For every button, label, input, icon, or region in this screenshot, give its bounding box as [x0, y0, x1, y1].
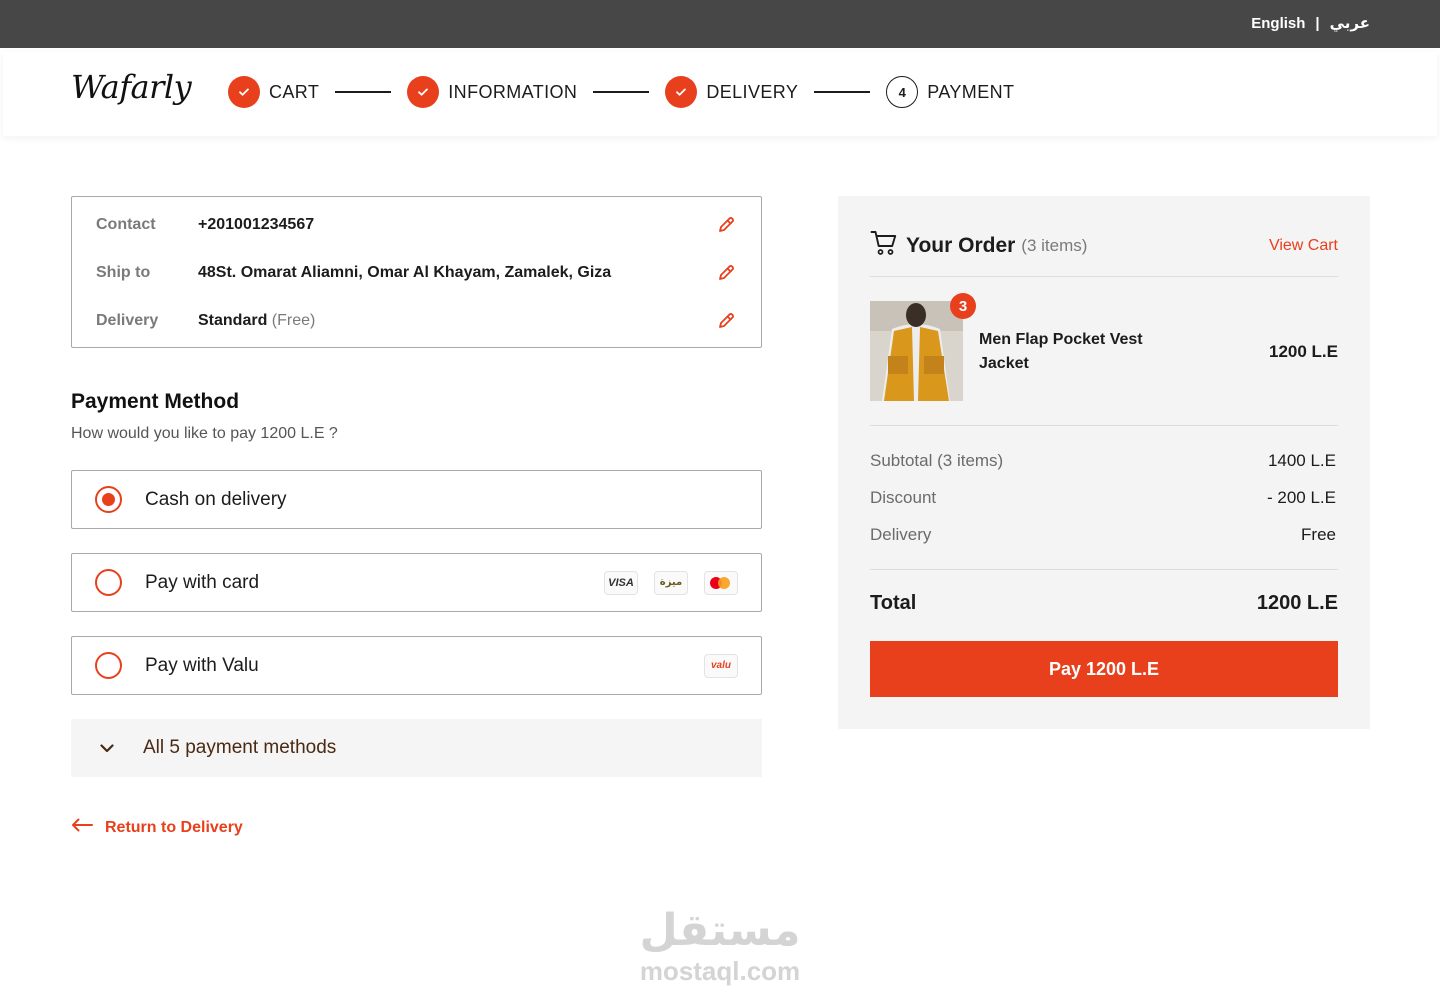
delivery-note: (Free) [271, 312, 316, 329]
step-cart[interactable]: CART [228, 76, 319, 108]
order-item-count: (3 items) [1021, 235, 1088, 255]
watermark-arabic: مستقل [639, 905, 801, 956]
subtotal-row: Subtotal (3 items) 1400 L.E [870, 451, 1336, 471]
payment-option-label: Pay with card [145, 571, 260, 593]
checkout-summary: Contact +201001234567 Ship to 48St. Omar… [71, 196, 762, 348]
step-label: PAYMENT [927, 81, 1015, 102]
ship-to-value: 48St. Omarat Aliamni, Omar Al Khayam, Za… [198, 264, 612, 281]
visa-icon: VISA [604, 570, 638, 595]
product-price: 1200 L.E [1269, 342, 1338, 361]
pencil-icon[interactable] [715, 214, 737, 236]
radio-unselected[interactable] [95, 652, 122, 679]
language-switcher: English | عربي [1251, 14, 1370, 33]
step-payment: 4 PAYMENT [886, 76, 1014, 108]
return-to-delivery-link[interactable]: Return to Delivery [71, 818, 243, 837]
step-connector [335, 91, 392, 93]
delivery-fee-value: Free [1301, 525, 1336, 544]
ship-to-row: Ship to 48St. Omarat Aliamni, Omar Al Kh… [96, 259, 737, 287]
pay-button[interactable]: Pay 1200 L.E [870, 641, 1338, 697]
delivery-row: Delivery Standard (Free) [96, 307, 737, 335]
pencil-icon[interactable] [715, 310, 737, 332]
payment-method-subtitle: How would you like to pay 1200 L.E ? [71, 425, 338, 442]
mastercard-icon [704, 570, 738, 595]
contact-value: +201001234567 [198, 216, 315, 233]
lang-arabic-link[interactable]: عربي [1330, 14, 1370, 32]
subtotal-label: Subtotal (3 items) [870, 451, 1004, 470]
delivery-label: Delivery [96, 312, 159, 329]
watermark: مستقل mostaql.com [620, 905, 820, 985]
payment-option-valu[interactable]: Pay with Valu valu [71, 636, 762, 695]
step-connector [593, 91, 650, 93]
checkout-header: Wafarly CART INFORMATION DELIVERY 4 PAYM… [3, 52, 1437, 136]
chevron-down-icon [99, 740, 115, 756]
view-cart-link[interactable]: View Cart [1269, 237, 1338, 255]
order-summary-panel: Your Order (3 items) View Cart 3 Men Fla… [838, 196, 1370, 729]
total-label: Total [870, 592, 917, 614]
lang-separator: | [1315, 14, 1320, 32]
order-title: Your Order [906, 233, 1016, 257]
payment-method-title: Payment Method [71, 390, 240, 413]
discount-value: - 200 L.E [1267, 488, 1336, 507]
arrow-left-icon [71, 818, 93, 837]
total-value: 1200 L.E [1256, 592, 1338, 614]
ship-to-label: Ship to [96, 264, 151, 281]
valu-icon: valu [704, 653, 738, 678]
watermark-domain: mostaql.com [639, 956, 801, 986]
delivery-fee-row: Delivery Free [870, 525, 1336, 545]
payment-option-cash[interactable]: Cash on delivery [71, 470, 762, 529]
payment-option-label: Cash on delivery [145, 488, 287, 510]
cart-icon [870, 230, 898, 261]
subtotal-value: 1400 L.E [1267, 451, 1336, 470]
return-label: Return to Delivery [105, 818, 243, 836]
product-image [870, 301, 963, 401]
step-delivery[interactable]: DELIVERY [665, 76, 798, 108]
order-item: 3 Men Flap Pocket Vest Jacket 1200 L.E [870, 293, 1338, 401]
all-payment-methods-label: All 5 payment methods [143, 737, 337, 758]
divider [870, 276, 1338, 277]
step-label: CART [269, 81, 320, 102]
product-name: Men Flap Pocket Vest Jacket [979, 331, 1143, 372]
valu-brand-icons: valu [704, 653, 738, 678]
check-icon [665, 76, 698, 108]
checkout-steps: CART INFORMATION DELIVERY 4 PAYMENT [228, 76, 1014, 108]
delivery-fee-label: Delivery [870, 525, 932, 544]
payment-option-card[interactable]: Pay with card VISA ميزة [71, 553, 762, 612]
step-label: DELIVERY [706, 81, 799, 102]
check-icon [407, 76, 440, 108]
check-icon [228, 76, 260, 108]
step-information[interactable]: INFORMATION [407, 76, 577, 108]
delivery-method: Standard [198, 312, 268, 329]
discount-label: Discount [870, 488, 937, 507]
discount-row: Discount - 200 L.E [870, 488, 1336, 508]
all-payment-methods-toggle[interactable]: All 5 payment methods [71, 719, 762, 777]
contact-row: Contact +201001234567 [96, 211, 737, 239]
meeza-icon: ميزة [654, 570, 688, 595]
card-brand-icons: VISA ميزة [604, 570, 738, 595]
delivery-value: Standard (Free) [198, 312, 715, 330]
pencil-icon[interactable] [715, 262, 737, 284]
lang-english-link[interactable]: English [1251, 15, 1305, 32]
divider [870, 569, 1338, 570]
divider [870, 425, 1338, 426]
order-header: Your Order (3 items) View Cart [870, 230, 1338, 261]
step-label: INFORMATION [448, 81, 578, 102]
radio-selected[interactable] [95, 486, 122, 513]
step-number: 4 [886, 76, 919, 108]
quantity-badge: 3 [950, 293, 976, 319]
top-bar: English | عربي [0, 0, 1440, 48]
step-connector [814, 91, 871, 93]
logo[interactable]: Wafarly [71, 68, 192, 106]
payment-option-label: Pay with Valu [145, 654, 259, 676]
total-row: Total 1200 L.E [870, 592, 1338, 615]
contact-label: Contact [96, 216, 156, 233]
radio-unselected[interactable] [95, 569, 122, 596]
